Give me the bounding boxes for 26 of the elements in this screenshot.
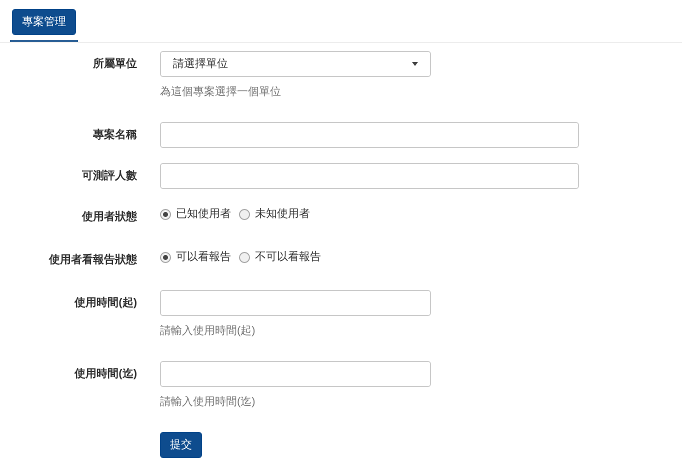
unit-select[interactable]: 請選擇單位 [160, 51, 431, 77]
radio-label: 未知使用者 [255, 207, 310, 221]
radio-button[interactable] [239, 208, 250, 220]
input-field[interactable] [160, 290, 431, 316]
radio-label: 可以看報告 [176, 250, 231, 264]
help-text: 為這個專案選擇一個單位 [160, 85, 282, 99]
caret-icon [412, 62, 418, 66]
radio-label: 已知使用者 [176, 207, 231, 221]
field-label: 可測評人數 [82, 168, 137, 184]
help-text: 請輸入使用時間(迄) [160, 395, 256, 409]
radio-button[interactable] [160, 252, 171, 262]
input-field[interactable] [160, 122, 579, 148]
radio-label: 不可以看報告 [255, 250, 321, 264]
input-field[interactable] [160, 361, 431, 387]
field-label: 所屬單位 [93, 56, 137, 72]
input-field[interactable] [160, 163, 579, 189]
tab[interactable]: 專案管理 [12, 9, 76, 35]
field-label: 使用者看報告狀態 [49, 252, 137, 268]
field-label: 使用時間(迄) [74, 366, 137, 382]
radio-button[interactable] [239, 252, 250, 262]
field-label: 使用時間(起) [74, 296, 137, 311]
field-label: 專案名稱 [93, 127, 137, 143]
radio-button[interactable] [160, 208, 171, 220]
submit-button[interactable]: 提交 [160, 432, 202, 458]
help-text: 請輸入使用時間(起) [160, 324, 256, 338]
field-label: 使用者狀態 [82, 210, 137, 225]
